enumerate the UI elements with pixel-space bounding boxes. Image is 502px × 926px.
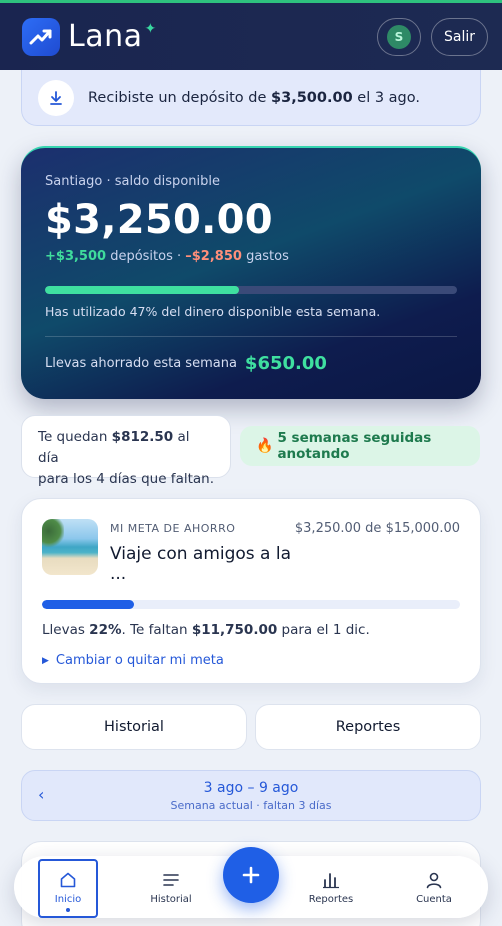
streak-badge: 🔥 5 semanas seguidas anotando bbox=[240, 426, 480, 466]
add-transaction-button[interactable] bbox=[223, 847, 279, 903]
saved-row: Llevas ahorrado esta semana $650.00 bbox=[45, 353, 457, 374]
avatar: S bbox=[386, 24, 411, 49]
usage-progress-fill bbox=[45, 286, 239, 294]
saved-amount: $650.00 bbox=[244, 353, 327, 374]
usage-progress-bar bbox=[45, 286, 457, 294]
list-icon bbox=[163, 874, 179, 886]
logout-button[interactable]: Salir bbox=[430, 17, 488, 56]
deposit-notice: Recibiste un depósito de $3,500.00 el 3 … bbox=[21, 70, 481, 126]
app-logo: Lana ✦ bbox=[22, 17, 157, 56]
nav-history[interactable]: Historial bbox=[141, 861, 201, 918]
streak-text: 5 semanas seguidas anotando bbox=[277, 430, 432, 462]
home-icon bbox=[60, 872, 76, 888]
app-name: Lana bbox=[68, 19, 143, 54]
history-button[interactable]: Historial bbox=[21, 704, 247, 750]
nav-reports[interactable]: Reportes bbox=[301, 861, 361, 918]
week-selector: ‹ 3 ago – 9 ago Semana actual · faltan 3… bbox=[21, 770, 481, 821]
nav-account[interactable]: Cuenta bbox=[404, 861, 464, 918]
divider bbox=[45, 336, 457, 337]
goal-progress-bar bbox=[42, 600, 460, 609]
trend-logo-icon bbox=[22, 17, 60, 56]
saved-label: Llevas ahorrado esta semana bbox=[45, 356, 237, 371]
balance-label: Santiago · saldo disponible bbox=[45, 174, 220, 189]
goal-kicker: MI META DE AHORRO bbox=[110, 522, 236, 535]
active-dot bbox=[66, 908, 70, 912]
week-subtitle: Semana actual · faltan 3 días bbox=[170, 798, 332, 812]
triangle-right-icon: ▶ bbox=[42, 655, 49, 666]
notice-text: Recibiste un depósito de $3,500.00 el 3 … bbox=[88, 89, 420, 106]
app-header: Lana ✦ S Salir bbox=[0, 0, 502, 70]
daily-allowance-card: Te quedan $812.50 al día para los 4 días… bbox=[21, 415, 231, 487]
profile-button[interactable]: S bbox=[376, 17, 421, 56]
balance-flows: +$3,500 depósitos · –$2,850 gastos bbox=[45, 249, 289, 264]
user-icon bbox=[426, 872, 442, 889]
download-icon bbox=[38, 79, 74, 116]
goal-image bbox=[42, 519, 98, 575]
balance-amount: $3,250.00 bbox=[45, 197, 273, 243]
week-range: 3 ago – 9 ago bbox=[203, 779, 299, 796]
daily-line-2: para los 4 días que faltan. bbox=[38, 471, 215, 487]
nav-home[interactable]: Inicio bbox=[38, 859, 98, 918]
previous-week-button[interactable]: ‹ bbox=[38, 785, 44, 804]
plus-icon bbox=[242, 866, 260, 884]
usage-text: Has utilizado 47% del dinero disponible … bbox=[45, 304, 381, 319]
bar-chart-icon bbox=[323, 873, 339, 889]
balance-card: Santiago · saldo disponible $3,250.00 +$… bbox=[21, 146, 481, 399]
fire-icon: 🔥 bbox=[256, 438, 274, 454]
savings-goal-card: MI META DE AHORRO Viaje con amigos a la … bbox=[21, 498, 481, 684]
goal-progress-fill bbox=[42, 600, 134, 609]
goal-progress-text: Llevas 22%. Te faltan $11,750.00 para el… bbox=[42, 622, 370, 638]
reports-button[interactable]: Reportes bbox=[255, 704, 481, 750]
change-goal-link[interactable]: ▶ Cambiar o quitar mi meta bbox=[42, 653, 460, 668]
sparkle-icon: ✦ bbox=[144, 20, 157, 37]
goal-name: Viaje con amigos a la ... bbox=[110, 544, 292, 584]
goal-amount: $3,250.00 de $15,000.00 bbox=[294, 521, 460, 536]
daily-line-1: Te quedan $812.50 al día bbox=[38, 429, 190, 466]
